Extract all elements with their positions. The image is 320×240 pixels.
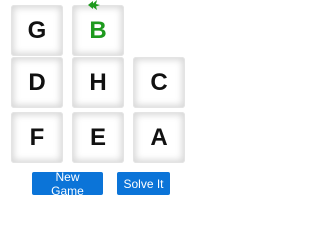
tile-b-current[interactable]: B (72, 0, 124, 56)
tile-a[interactable]: A (133, 112, 185, 163)
tile-letter: G (27, 16, 47, 44)
tile-letter: E (89, 123, 106, 151)
leaf-marker-icon (88, 0, 100, 10)
tile-e[interactable]: E (72, 112, 124, 163)
tile-letter: F (29, 123, 45, 151)
tile-letter: A (150, 123, 168, 151)
solve-button[interactable]: Solve It (117, 172, 170, 195)
tile-f[interactable]: F (11, 112, 63, 163)
tile-g[interactable]: G (11, 5, 63, 56)
tile-letter: B (89, 16, 107, 44)
tile-letter: C (150, 68, 168, 96)
tile-letter: H (89, 68, 107, 96)
tile-letter: D (28, 68, 46, 96)
tile-h[interactable]: H (72, 57, 124, 108)
tile-d[interactable]: D (11, 57, 63, 108)
new-game-button[interactable]: New Game (32, 170, 103, 198)
tile-c[interactable]: C (133, 57, 185, 108)
